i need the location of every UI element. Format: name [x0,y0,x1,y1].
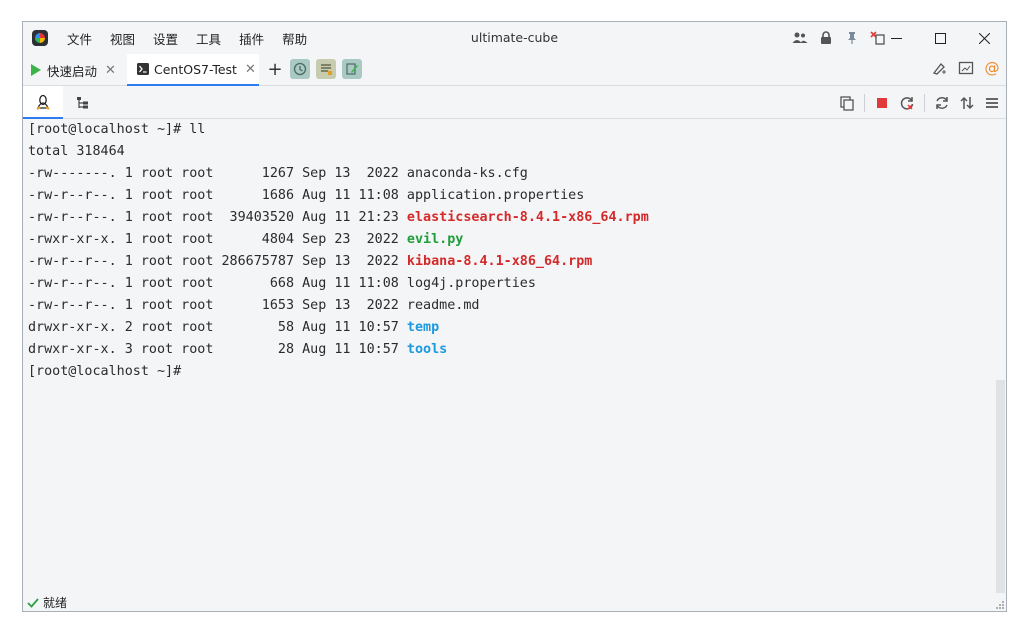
file-name: application.properties [406,188,585,203]
maximize-button[interactable] [918,22,962,54]
terminal-line-text: [root@localhost ~]# ll [28,122,206,137]
tab-active-close-icon[interactable]: ✕ [245,62,256,77]
svg-text:@: @ [985,60,1000,76]
refresh-icon[interactable] [934,95,950,111]
menu-bar: 文件 视图 设置 工具 插件 帮助 [63,22,321,54]
tab-quick-start[interactable]: 快速启动 ✕ [31,54,116,86]
terminal-line: -rw-r--r--. 1 root root 1686 Aug 11 11:0… [23,185,997,207]
new-tab-plus-icon[interactable]: + [266,60,284,80]
users-icon[interactable] [792,30,808,46]
vertical-scrollbar[interactable] [995,119,1006,595]
scrollbar-thumb[interactable] [996,380,1005,595]
check-icon [27,597,39,608]
file-name: log4j.properties [406,276,536,291]
file-name: evil.py [406,232,464,247]
terminal-line: -rwxr-xr-x. 1 root root 4804 Sep 23 2022… [23,229,997,251]
linux-terminal-tab[interactable] [23,86,63,119]
close-icon [978,32,990,44]
copy-icon[interactable] [839,95,855,111]
file-tree-tab[interactable] [63,86,103,119]
terminal-line-text: -rw-r--r--. 1 root root 286675787 Sep 13… [28,254,407,269]
transfer-icon[interactable] [959,95,975,111]
terminal-output[interactable]: [root@localhost ~]# ll total 318464 -rw---… [23,119,997,595]
terminal-line: -rw-r--r--. 1 root root 668 Aug 11 11:08… [23,273,997,295]
terminal-line: total 318464 [23,141,997,163]
tab-quick-start-close-icon[interactable]: ✕ [105,63,116,78]
terminal-line: [root@localhost ~]# ll [23,119,997,141]
menu-tools[interactable]: 工具 [192,29,225,48]
status-text: 就绪 [43,596,68,610]
terminal-line: drwxr-xr-x. 3 root root 28 Aug 11 10:57 … [23,339,997,361]
status-bar: 就绪 [23,593,1006,611]
tree-icon [77,96,88,108]
stop-icon[interactable] [874,95,890,111]
title-bar: 文件 视图 设置 工具 插件 帮助 ultimate-cube [23,22,1006,54]
terminal-line-text: drwxr-xr-x. 2 root root 58 Aug 11 10:57 [28,320,407,335]
terminal-line-text: -rw-r--r--. 1 root root 1686 Aug 11 11:0… [28,188,407,203]
file-name: elasticsearch-8.4.1-x86_64.rpm [406,210,649,225]
tool-row [23,86,1006,119]
minimize-button[interactable] [874,22,918,54]
paint-icon[interactable] [932,60,948,76]
file-name: readme.md [406,298,480,313]
terminal-line-text: -rw-r--r--. 1 root root 1653 Sep 13 2022 [28,298,407,313]
menu-help[interactable]: 帮助 [278,29,311,48]
edit-icon[interactable] [342,59,362,79]
terminal-line: [root@localhost ~]# [23,361,997,383]
menu-icon[interactable] [984,95,1000,111]
file-name: kibana-8.4.1-x86_64.rpm [406,254,593,269]
terminal-line: -rw-r--r--. 1 root root 286675787 Sep 13… [23,251,997,273]
terminal-line-text: [root@localhost ~]# [28,364,182,379]
pin-icon[interactable] [844,30,860,46]
history-clock-icon[interactable] [290,59,310,79]
terminal-line-text: -rw-------. 1 root root 1267 Sep 13 2022 [28,166,407,181]
file-name: anaconda-ks.cfg [406,166,528,181]
menu-settings[interactable]: 设置 [149,29,182,48]
file-name: temp [406,320,440,335]
menu-plugins[interactable]: 插件 [235,29,268,48]
terminal-line-text: -rw-r--r--. 1 root root 39403520 Aug 11 … [28,210,407,225]
close-button[interactable] [962,22,1006,54]
play-icon [31,64,41,76]
terminal-icon [137,63,149,75]
minimize-icon [890,37,902,39]
tab-centos7-test[interactable]: CentOS7-Test ✕ [127,54,259,86]
maximize-icon [934,32,946,44]
reconnect-icon[interactable] [899,95,915,111]
terminal-line: drwxr-xr-x. 2 root root 58 Aug 11 10:57 … [23,317,997,339]
terminal-line-text: drwxr-xr-x. 3 root root 28 Aug 11 10:57 [28,342,407,357]
terminal-line: -rw-------. 1 root root 1267 Sep 13 2022… [23,163,997,185]
tab-active-label: CentOS7-Test [154,61,237,77]
terminal-line: -rw-r--r--. 1 root root 1653 Sep 13 2022… [23,295,997,317]
terminal-line-text: total 318464 [28,144,125,159]
terminal-line: -rw-r--r--. 1 root root 39403520 Aug 11 … [23,207,997,229]
app-logo-icon [32,30,48,46]
lock-icon[interactable] [818,30,834,46]
at-icon[interactable]: @ [984,60,1000,76]
list-icon[interactable] [316,59,336,79]
menu-view[interactable]: 视图 [106,29,139,48]
file-name: tools [406,342,448,357]
screen-icon[interactable] [958,60,974,76]
tab-quick-start-label: 快速启动 [47,63,98,79]
linux-icon [36,94,50,110]
app-window: 文件 视图 设置 工具 插件 帮助 ultimate-cube 快速启动 ✕ C… [22,21,1007,612]
menu-file[interactable]: 文件 [63,29,96,48]
terminal-line-text: -rw-r--r--. 1 root root 668 Aug 11 11:08 [28,276,407,291]
tab-bar: 快速启动 ✕ CentOS7-Test ✕ + @ [23,54,1006,86]
terminal-line-text: -rwxr-xr-x. 1 root root 4804 Sep 23 2022 [28,232,407,247]
resize-grip-icon[interactable] [995,600,1005,610]
